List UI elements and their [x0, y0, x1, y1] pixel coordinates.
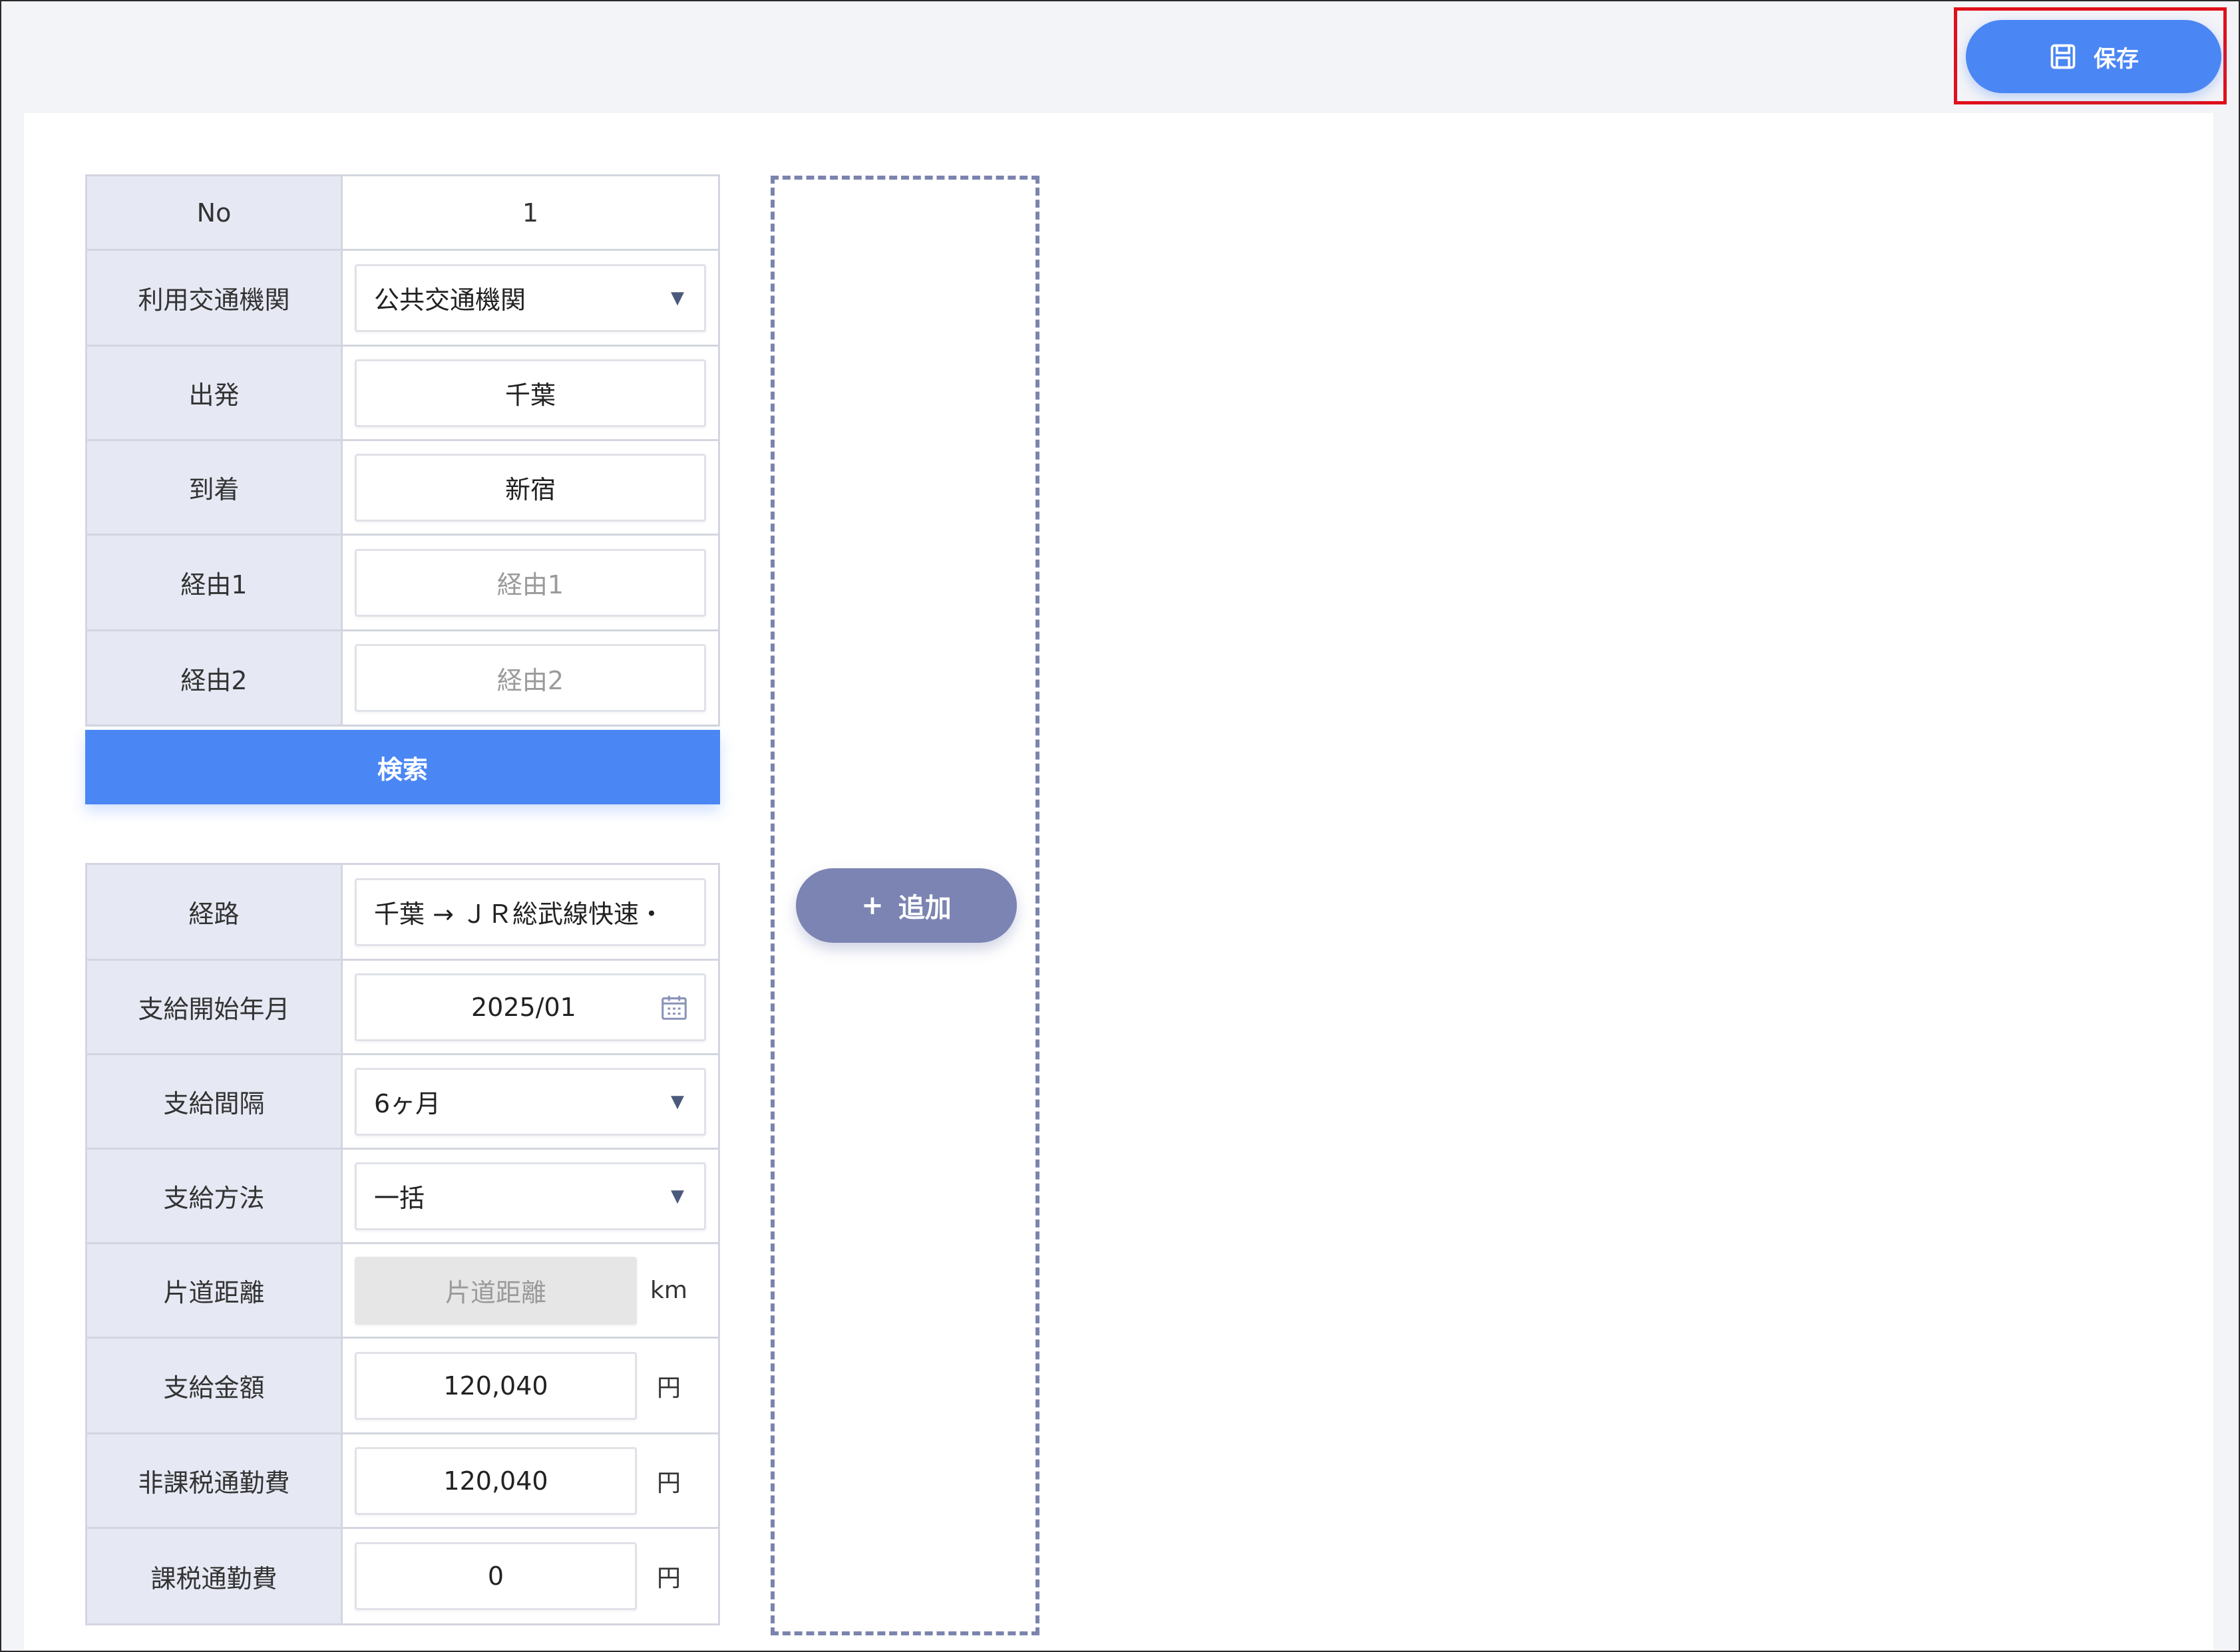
row-start: 支給開始年月 2025/01: [87, 961, 718, 1055]
calendar-icon[interactable]: [659, 992, 689, 1023]
row-distance: 片道距離 片道距離 km: [87, 1244, 718, 1339]
save-icon: [2050, 44, 2076, 69]
method-label: 支給方法: [87, 1150, 343, 1242]
search-button[interactable]: 検索: [85, 730, 720, 804]
route-input[interactable]: 千葉 → ＪＲ総武線快速・: [355, 878, 706, 946]
amount-unit: 円: [656, 1374, 681, 1402]
no-value: 1: [522, 198, 539, 228]
chevron-down-icon: ▼: [671, 287, 684, 308]
depart-label: 出発: [87, 347, 343, 439]
tax-input[interactable]: 0: [355, 1542, 637, 1610]
tax-unit: 円: [656, 1565, 681, 1592]
distance-unit: km: [650, 1277, 687, 1304]
chevron-down-icon: ▼: [671, 1091, 684, 1112]
interval-label: 支給間隔: [87, 1055, 343, 1148]
transport-value: 公共交通機関: [374, 285, 526, 315]
route-detail-form: 経路 千葉 → ＪＲ総武線快速・ 支給開始年月 2025/01 支給間隔 6ヶ月: [85, 863, 720, 1625]
row-arrive: 到着 新宿: [87, 441, 718, 536]
row-amount: 支給金額 120,040 円: [87, 1339, 718, 1434]
nontax-unit: 円: [656, 1469, 681, 1497]
row-via1: 経由1 経由1: [87, 536, 718, 631]
row-route: 経路 千葉 → ＪＲ総武線快速・: [87, 865, 718, 961]
via2-label: 経由2: [87, 631, 343, 725]
via1-label: 経由1: [87, 536, 343, 629]
depart-input[interactable]: 千葉: [355, 359, 706, 427]
route-search-form: No 1 利用交通機関 公共交通機関 ▼ 出発 千葉 到着 新宿 経由1 経由1…: [85, 174, 720, 727]
add-button[interactable]: + 追加: [796, 868, 1017, 943]
start-month-input[interactable]: 2025/01: [355, 973, 706, 1041]
chevron-down-icon: ▼: [671, 1186, 684, 1206]
interval-select[interactable]: 6ヶ月 ▼: [355, 1067, 706, 1136]
row-nontax: 非課税通勤費 120,040 円: [87, 1434, 718, 1529]
via1-input[interactable]: 経由1: [355, 548, 706, 617]
start-month-value: 2025/01: [471, 992, 576, 1022]
row-via2: 経由2 経由2: [87, 631, 718, 725]
save-button[interactable]: 保存: [1966, 20, 2221, 93]
plus-icon: +: [861, 890, 884, 921]
nontax-label: 非課税通勤費: [87, 1434, 343, 1527]
route-label: 経路: [87, 865, 343, 959]
amount-label: 支給金額: [87, 1339, 343, 1432]
distance-label: 片道距離: [87, 1244, 343, 1337]
tax-label: 課税通勤費: [87, 1529, 343, 1623]
row-tax: 課税通勤費 0 円: [87, 1529, 718, 1623]
via2-input[interactable]: 経由2: [355, 644, 706, 712]
row-no: No 1: [87, 176, 718, 251]
transport-label: 利用交通機関: [87, 251, 343, 345]
distance-input: 片道距離: [355, 1256, 637, 1325]
row-interval: 支給間隔 6ヶ月 ▼: [87, 1055, 718, 1150]
interval-value: 6ヶ月: [374, 1089, 441, 1118]
add-button-label: 追加: [898, 893, 952, 923]
row-method: 支給方法 一括 ▼: [87, 1150, 718, 1244]
no-label: No: [87, 176, 343, 249]
row-depart: 出発 千葉: [87, 347, 718, 441]
nontax-input[interactable]: 120,040: [355, 1446, 637, 1515]
method-value: 一括: [374, 1184, 425, 1213]
arrive-label: 到着: [87, 441, 343, 534]
method-select[interactable]: 一括 ▼: [355, 1162, 706, 1230]
arrive-input[interactable]: 新宿: [355, 453, 706, 522]
transport-select[interactable]: 公共交通機関 ▼: [355, 263, 706, 332]
amount-input[interactable]: 120,040: [355, 1351, 637, 1420]
save-button-label: 保存: [2094, 45, 2139, 73]
row-transport: 利用交通機関 公共交通機関 ▼: [87, 251, 718, 347]
start-label: 支給開始年月: [87, 961, 343, 1053]
